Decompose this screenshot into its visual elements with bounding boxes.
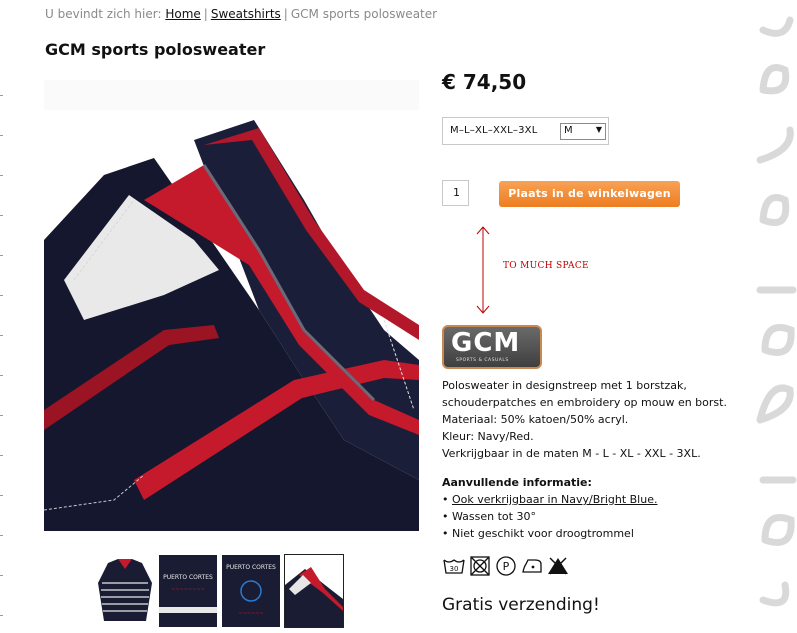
- thumb-chest-text: PUERTO CORTES: [226, 564, 276, 571]
- svg-text:30: 30: [450, 565, 459, 573]
- brand-logo: GCM SPORTS & CASUALS: [442, 325, 542, 369]
- product-price: € 74,50: [442, 70, 527, 94]
- description-line: Kleur: Navy/Red.: [442, 430, 534, 443]
- breadcrumb-category-link[interactable]: Sweatshirts: [211, 7, 281, 21]
- quantity-input[interactable]: 1: [442, 180, 469, 206]
- no-tumble-dry-icon: [470, 556, 490, 576]
- add-to-cart-button[interactable]: Plaats in de winkelwagen: [499, 181, 680, 207]
- additional-info: Aanvullende informatie: • Ook verkrijgba…: [442, 474, 742, 542]
- thumbnail-front[interactable]: [96, 555, 154, 627]
- thumbnail-collar-detail[interactable]: [284, 554, 344, 628]
- thumbnail-embroidery-chest[interactable]: PUERTO CORTES ~~~~~~: [222, 555, 280, 627]
- size-select[interactable]: M ▼: [560, 123, 606, 140]
- left-border-ticks: [0, 95, 4, 616]
- thumbnail-embroidery-back[interactable]: PUERTO CORTES ~~~~~~~~: [159, 555, 217, 627]
- iron-low-icon: [522, 559, 542, 573]
- description-line: Verkrijgbaar in de maten M - L - XL - XX…: [442, 447, 701, 460]
- breadcrumb-home-link[interactable]: Home: [165, 7, 200, 21]
- breadcrumb: U bevindt zich hier: Home | Sweatshirts | GC…: [45, 7, 438, 21]
- additional-info-item: • Niet geschikt voor droogtrommel: [442, 527, 634, 540]
- description-line: schouderpatches en embroidery op mouw en…: [442, 396, 727, 409]
- thumb-back-text: PUERTO CORTES: [163, 574, 213, 581]
- double-arrow-icon: [476, 226, 490, 314]
- annotation-text: TO MUCH SPACE: [503, 261, 589, 271]
- product-description: Polosweater in designstreep met 1 borstz…: [442, 377, 742, 462]
- breadcrumb-prefix: U bevindt zich hier:: [45, 7, 162, 21]
- chevron-down-icon: ▼: [595, 125, 602, 134]
- product-main-image[interactable]: [44, 80, 419, 531]
- additional-info-item: • Wassen tot 30°: [442, 510, 536, 523]
- description-line: Materiaal: 50% katoen/50% acryl.: [442, 413, 629, 426]
- svg-text:P: P: [503, 560, 510, 573]
- svg-text:~~~~~~: ~~~~~~: [238, 611, 263, 617]
- page-title: GCM sports polosweater: [45, 40, 266, 59]
- brand-logo-tagline: SPORTS & CASUALS: [456, 358, 509, 363]
- thumbnail-strip: PUERTO CORTES ~~~~~~~~ PUERTO CORTES ~~~…: [96, 554, 344, 628]
- svg-text:~~~~~~~~: ~~~~~~~~: [171, 587, 205, 593]
- additional-info-item: • Ook verkrijgbaar in Navy/Bright Blue.: [442, 493, 658, 506]
- size-selector-box: M–L–XL–XXL–3XL M ▼: [442, 117, 609, 145]
- size-selected-value: M: [564, 125, 573, 136]
- free-shipping-text: Gratis verzending!: [442, 595, 600, 615]
- size-options-label: M–L–XL–XXL–3XL: [450, 125, 538, 136]
- alternate-color-link[interactable]: Ook verkrijgbaar in Navy/Bright Blue.: [452, 493, 657, 506]
- care-symbols: 30 P: [443, 555, 569, 577]
- no-bleach-icon: [548, 557, 568, 575]
- additional-info-heading: Aanvullende informatie:: [442, 476, 592, 489]
- breadcrumb-current: GCM sports polosweater: [290, 7, 438, 21]
- wash-30-icon: 30: [443, 559, 465, 574]
- description-line: Polosweater in designstreep met 1 borstz…: [442, 379, 687, 392]
- side-brand-watermark: [756, 16, 797, 607]
- dry-clean-p-icon: P: [496, 556, 516, 576]
- brand-logo-name: GCM: [451, 328, 521, 358]
